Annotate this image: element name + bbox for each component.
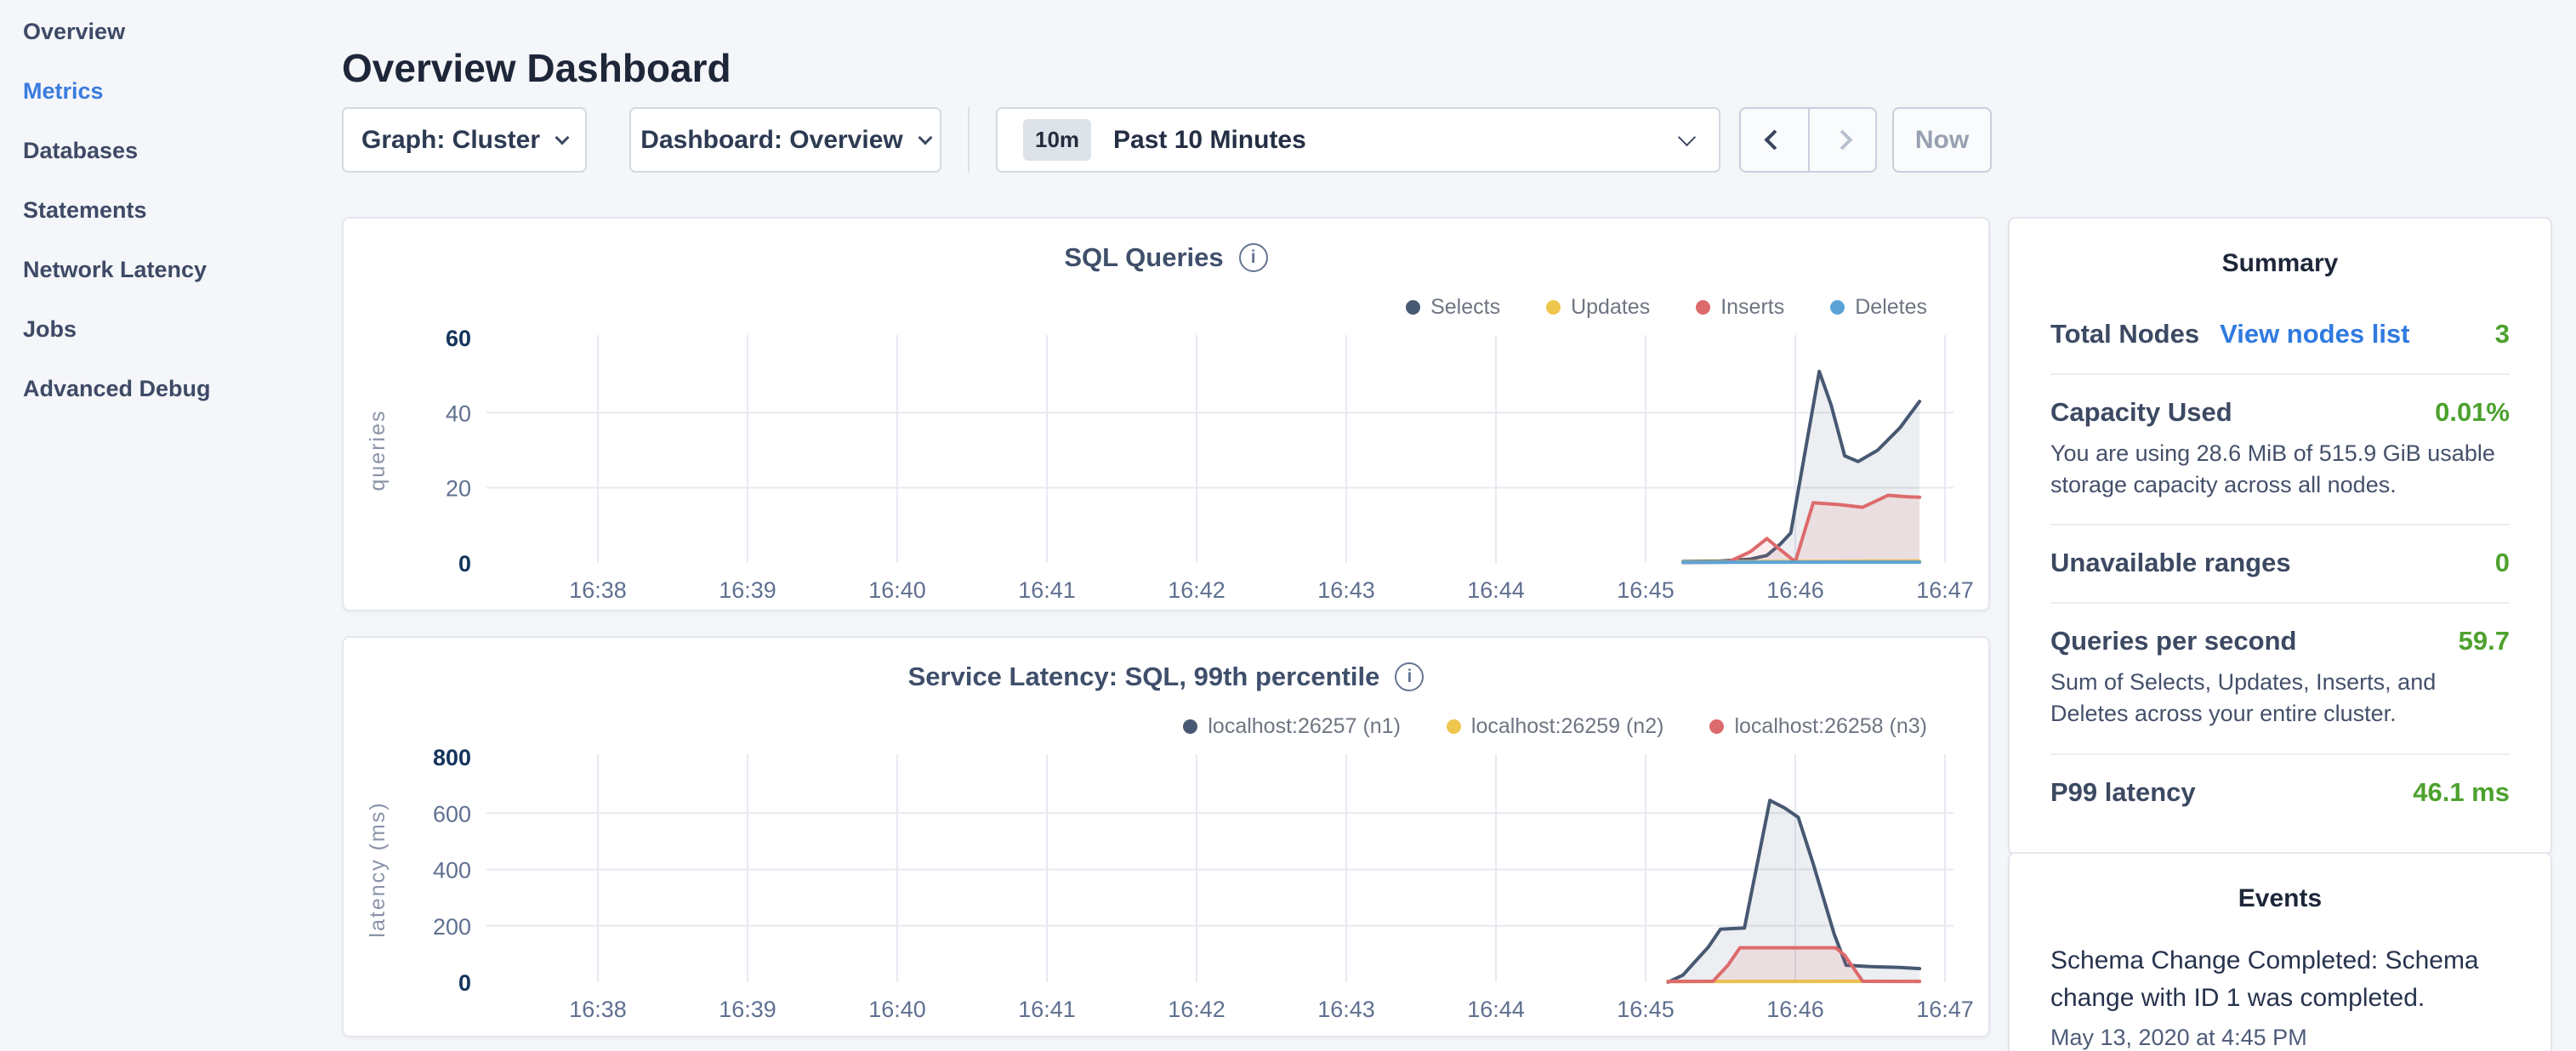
sidebar-item-network-latency[interactable]: Network Latency	[0, 240, 342, 299]
time-pager	[1739, 107, 1877, 173]
time-range-selector[interactable]: 10m Past 10 Minutes	[996, 107, 1720, 173]
svg-text:60: 60	[446, 326, 471, 351]
summary-row-value: 3	[2495, 319, 2510, 349]
svg-text:40: 40	[446, 401, 471, 426]
chart-plot[interactable]: 16:38 16:39 16:40 16:41 16:42 16:43 16:44 16:45…	[344, 638, 1988, 1036]
svg-text:16:45: 16:45	[1617, 577, 1675, 603]
svg-text:latency (ms): latency (ms)	[366, 801, 390, 937]
sidebar: Overview Metrics Databases Statements Ne…	[0, 0, 342, 1051]
svg-text:16:47: 16:47	[1916, 997, 1974, 1022]
svg-text:16:38: 16:38	[569, 997, 627, 1022]
svg-text:16:38: 16:38	[569, 577, 627, 603]
dashboard-dropdown-label: Dashboard: Overview	[640, 126, 902, 155]
svg-text:16:44: 16:44	[1467, 577, 1525, 603]
now-button[interactable]: Now	[1892, 107, 1992, 173]
summary-row-description: Sum of Selects, Updates, Inserts, and De…	[2050, 667, 2510, 729]
svg-text:800: 800	[433, 745, 471, 770]
svg-text:16:41: 16:41	[1018, 577, 1076, 603]
summary-row-label: Unavailable ranges	[2050, 548, 2291, 578]
time-range-label: Past 10 Minutes	[1113, 126, 1658, 155]
sidebar-item-databases[interactable]: Databases	[0, 121, 342, 180]
svg-text:16:39: 16:39	[719, 577, 776, 603]
chevron-down-icon	[918, 130, 932, 145]
svg-text:0: 0	[458, 970, 471, 996]
toolbar: Graph: Cluster Dashboard: Overview 10m P…	[342, 107, 1992, 173]
chevron-left-icon	[1764, 129, 1784, 150]
chart-plot[interactable]: 16:38 16:39 16:40 16:41 16:42 16:43 16:44 16:45…	[344, 219, 1988, 610]
graph-dropdown-label: Graph: Cluster	[361, 126, 540, 155]
sidebar-item-jobs[interactable]: Jobs	[0, 299, 342, 359]
svg-text:16:42: 16:42	[1168, 577, 1225, 603]
next-button[interactable]	[1808, 109, 1875, 171]
svg-text:16:40: 16:40	[868, 997, 926, 1022]
prev-button[interactable]	[1741, 109, 1808, 171]
svg-text:16:41: 16:41	[1018, 997, 1076, 1022]
svg-text:400: 400	[433, 858, 471, 883]
summary-row-unavailable-ranges: Unavailable ranges 0	[2050, 526, 2510, 604]
summary-row-total-nodes: Total Nodes View nodes list 3	[2050, 297, 2510, 375]
summary-row-label: Capacity Used	[2050, 397, 2232, 428]
svg-text:16:46: 16:46	[1766, 997, 1824, 1022]
summary-row-capacity-used: Capacity Used 0.01% You are using 28.6 M…	[2050, 375, 2510, 526]
svg-text:16:43: 16:43	[1317, 577, 1375, 603]
summary-row-p99-latency: P99 latency 46.1 ms	[2050, 755, 2510, 832]
summary-row-value: 46.1 ms	[2413, 777, 2510, 808]
time-range-badge: 10m	[1023, 119, 1091, 161]
event-text: Schema Change Completed: Schema change w…	[2050, 942, 2510, 1016]
summary-row-value: 0	[2495, 548, 2510, 578]
events-card: Events Schema Change Completed: Schema c…	[2008, 852, 2552, 1051]
sidebar-item-statements[interactable]: Statements	[0, 180, 342, 240]
svg-text:20: 20	[446, 476, 471, 502]
events-title: Events	[2010, 854, 2550, 913]
summary-row-label: P99 latency	[2050, 777, 2196, 808]
chevron-right-icon	[1832, 129, 1852, 150]
svg-text:16:40: 16:40	[868, 577, 926, 603]
summary-row-label: Total Nodes	[2050, 319, 2199, 349]
summary-card: Summary Total Nodes View nodes list 3 Ca…	[2008, 217, 2552, 855]
svg-text:16:46: 16:46	[1766, 577, 1824, 603]
dashboard-dropdown[interactable]: Dashboard: Overview	[629, 107, 941, 173]
summary-row-queries-per-second: Queries per second 59.7 Sum of Selects, …	[2050, 604, 2510, 754]
view-nodes-list-link[interactable]: View nodes list	[2220, 319, 2409, 349]
chevron-down-icon	[555, 130, 570, 145]
toolbar-divider	[968, 107, 970, 173]
sidebar-item-metrics[interactable]: Metrics	[0, 61, 342, 121]
svg-text:16:47: 16:47	[1916, 577, 1974, 603]
svg-text:16:39: 16:39	[719, 997, 776, 1022]
summary-row-description: You are using 28.6 MiB of 515.9 GiB usab…	[2050, 438, 2510, 500]
summary-row-value: 59.7	[2459, 626, 2510, 656]
sidebar-item-advanced-debug[interactable]: Advanced Debug	[0, 359, 342, 418]
svg-text:queries: queries	[366, 410, 390, 491]
event-item[interactable]: Schema Change Completed: Schema change w…	[2050, 942, 2510, 1051]
summary-row-value: 0.01%	[2435, 397, 2510, 428]
svg-text:0: 0	[458, 551, 471, 577]
graph-dropdown[interactable]: Graph: Cluster	[342, 107, 587, 173]
svg-text:16:42: 16:42	[1168, 997, 1225, 1022]
event-timestamp: May 13, 2020 at 4:45 PM	[2050, 1025, 2510, 1051]
sql-queries-chart-card: SQL Queries i SelectsUpdatesInsertsDelet…	[342, 217, 1990, 611]
svg-text:16:43: 16:43	[1317, 997, 1375, 1022]
admin-ui-page: Overview Metrics Databases Statements Ne…	[0, 0, 2576, 1051]
sidebar-item-overview[interactable]: Overview	[0, 2, 342, 61]
svg-text:16:45: 16:45	[1617, 997, 1675, 1022]
svg-text:600: 600	[433, 801, 471, 827]
svg-text:200: 200	[433, 914, 471, 940]
svg-text:16:44: 16:44	[1467, 997, 1525, 1022]
page-title: Overview Dashboard	[342, 45, 731, 91]
chevron-down-icon	[1678, 128, 1696, 146]
summary-row-label: Queries per second	[2050, 626, 2296, 656]
summary-title: Summary	[2010, 219, 2550, 278]
summary-body: Total Nodes View nodes list 3 Capacity U…	[2010, 297, 2550, 854]
service-latency-chart-card: Service Latency: SQL, 99th percentile i …	[342, 636, 1990, 1037]
